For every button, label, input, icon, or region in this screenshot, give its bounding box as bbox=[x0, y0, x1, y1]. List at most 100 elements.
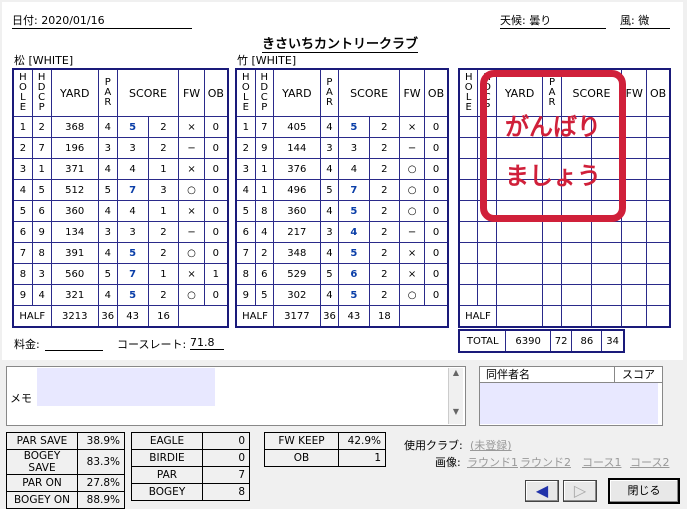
hole-row: 1 7 405 4 5 2 × 0 bbox=[235, 116, 449, 138]
stat-label: EAGLE bbox=[131, 432, 203, 450]
scroll-down-icon[interactable]: ▼ bbox=[449, 407, 463, 416]
col-fw: FW bbox=[399, 68, 426, 117]
hole-score: 5 bbox=[116, 242, 149, 264]
hole-yard: 196 bbox=[50, 137, 99, 159]
hole-putt: 2 bbox=[147, 116, 180, 138]
stat-label: BOGEY SAVE bbox=[6, 449, 78, 475]
companions-body[interactable] bbox=[480, 383, 658, 424]
hole-putt: 2 bbox=[368, 263, 401, 285]
image-course1-link[interactable]: コース1 bbox=[582, 454, 621, 470]
stat-label: BOGEY ON bbox=[6, 491, 78, 509]
club-used-label: 使用クラブ: bbox=[404, 439, 463, 452]
stat-label: OB bbox=[264, 449, 339, 467]
hole-row: 4 5 512 5 7 3 ○ 0 bbox=[12, 179, 229, 201]
fee-field bbox=[45, 349, 103, 351]
course1-table: H O L E H D C P YARD P A R SCORE FW OB 1 2 368 4 5 2 × 0 2 7 196 3… bbox=[12, 68, 229, 328]
hole-putt: 3 bbox=[147, 179, 180, 201]
half-par bbox=[542, 305, 562, 328]
hole-yard: 360 bbox=[50, 200, 99, 222]
encouragement-stamp: がんばり ましょう bbox=[480, 70, 626, 222]
hole-fw: ○ bbox=[399, 200, 426, 222]
memo-field[interactable] bbox=[37, 368, 215, 406]
hole-fw: − bbox=[399, 221, 426, 243]
hole-putt: 2 bbox=[147, 221, 180, 243]
hole-hdcp: 2 bbox=[254, 242, 274, 264]
hole-fw: ○ bbox=[178, 242, 205, 264]
hole-par: 4 bbox=[97, 284, 118, 306]
stat-label: BIRDIE bbox=[131, 449, 203, 467]
hole-fw: × bbox=[178, 158, 205, 180]
col-yard: YARD bbox=[50, 68, 99, 117]
hole-row bbox=[458, 263, 671, 285]
hole-score: 3 bbox=[116, 221, 149, 243]
stats-right: FW KEEP 42.9% OB 1 bbox=[264, 432, 386, 467]
hole-number: 8 bbox=[235, 263, 256, 285]
total-par: 72 bbox=[549, 329, 573, 353]
club-name: きさいちカントリークラブ bbox=[262, 33, 419, 53]
hole-hdcp: 9 bbox=[254, 137, 274, 159]
hole-par: 4 bbox=[97, 116, 118, 138]
hole-yard: 360 bbox=[272, 200, 321, 222]
hole-putt: 2 bbox=[368, 158, 401, 180]
hole-yard: 405 bbox=[272, 116, 321, 138]
hole-yard: 512 bbox=[50, 179, 99, 201]
hole-number: 5 bbox=[12, 200, 33, 222]
hole-score: 4 bbox=[338, 221, 370, 243]
half-label: HALF bbox=[458, 305, 497, 328]
hole-score: 6 bbox=[338, 263, 370, 285]
hole-score: 4 bbox=[338, 158, 370, 180]
hole-fw: ○ bbox=[399, 284, 426, 306]
hole-fw: − bbox=[178, 221, 205, 243]
hole-fw: ○ bbox=[399, 179, 426, 201]
next-arrow-button[interactable]: ▷ bbox=[563, 480, 597, 502]
image-course2-link[interactable]: コース2 bbox=[630, 454, 669, 470]
hole-row: 7 2 348 4 5 2 × 0 bbox=[235, 242, 449, 264]
close-button[interactable]: 閉じる bbox=[608, 478, 680, 504]
hole-yard: 368 bbox=[50, 116, 99, 138]
scroll-up-icon[interactable]: ▲ bbox=[449, 368, 463, 377]
memo-scrollbar[interactable]: ▲ ▼ bbox=[448, 368, 463, 424]
hole-score: 5 bbox=[116, 284, 149, 306]
half-row: HALF 3213 36 43 16 bbox=[12, 305, 228, 328]
hole-number: 3 bbox=[235, 158, 256, 180]
col-ob: OB bbox=[424, 68, 449, 117]
hole-par: 4 bbox=[97, 242, 118, 264]
hole-yard: 371 bbox=[50, 158, 99, 180]
hole-putt: 1 bbox=[147, 158, 180, 180]
half-label: HALF bbox=[12, 305, 52, 328]
club-used-link[interactable]: (未登録) bbox=[470, 437, 512, 453]
rating-label: コースレート: bbox=[117, 338, 187, 351]
companions-list[interactable]: 同伴者名 スコア bbox=[479, 366, 663, 426]
images-label: 画像: bbox=[435, 456, 461, 469]
stat-value: 88.9% bbox=[77, 491, 125, 509]
image-round2-link[interactable]: ラウンド2 bbox=[520, 454, 571, 470]
hole-ob: 0 bbox=[424, 284, 449, 306]
hole-yard: 529 bbox=[272, 263, 321, 285]
stat-value: 38.9% bbox=[77, 432, 125, 450]
col-hole: HOLE bbox=[235, 68, 256, 117]
half-yard: 3177 bbox=[272, 305, 321, 328]
prev-arrow-button[interactable]: ◀ bbox=[525, 480, 559, 502]
hole-hdcp: 8 bbox=[254, 200, 274, 222]
wind-label: 風: 微 bbox=[620, 12, 670, 29]
hole-score: 3 bbox=[116, 137, 149, 159]
col-yard: YARD bbox=[272, 68, 321, 117]
hole-yard: 560 bbox=[50, 263, 99, 285]
hole-fw: × bbox=[178, 116, 205, 138]
hole-fw: × bbox=[399, 116, 426, 138]
hole-row bbox=[458, 284, 671, 306]
hole-score: 4 bbox=[116, 200, 149, 222]
stat-row: PAR ON 27.8% bbox=[6, 474, 125, 492]
hole-number: 3 bbox=[12, 158, 33, 180]
col-fw: FW bbox=[178, 68, 205, 117]
hole-number: 9 bbox=[12, 284, 33, 306]
image-round1-link[interactable]: ラウンド1 bbox=[467, 454, 518, 470]
hole-par: 4 bbox=[97, 158, 118, 180]
hole-ob: 0 bbox=[203, 284, 229, 306]
half-row: HALF bbox=[458, 305, 671, 328]
fee-label: 料金: bbox=[14, 338, 40, 351]
hole-par: 3 bbox=[319, 137, 340, 159]
course1-name: 松 [WHITE] bbox=[14, 54, 74, 67]
hole-number: 4 bbox=[235, 179, 256, 201]
stat-label: PAR bbox=[131, 466, 203, 484]
